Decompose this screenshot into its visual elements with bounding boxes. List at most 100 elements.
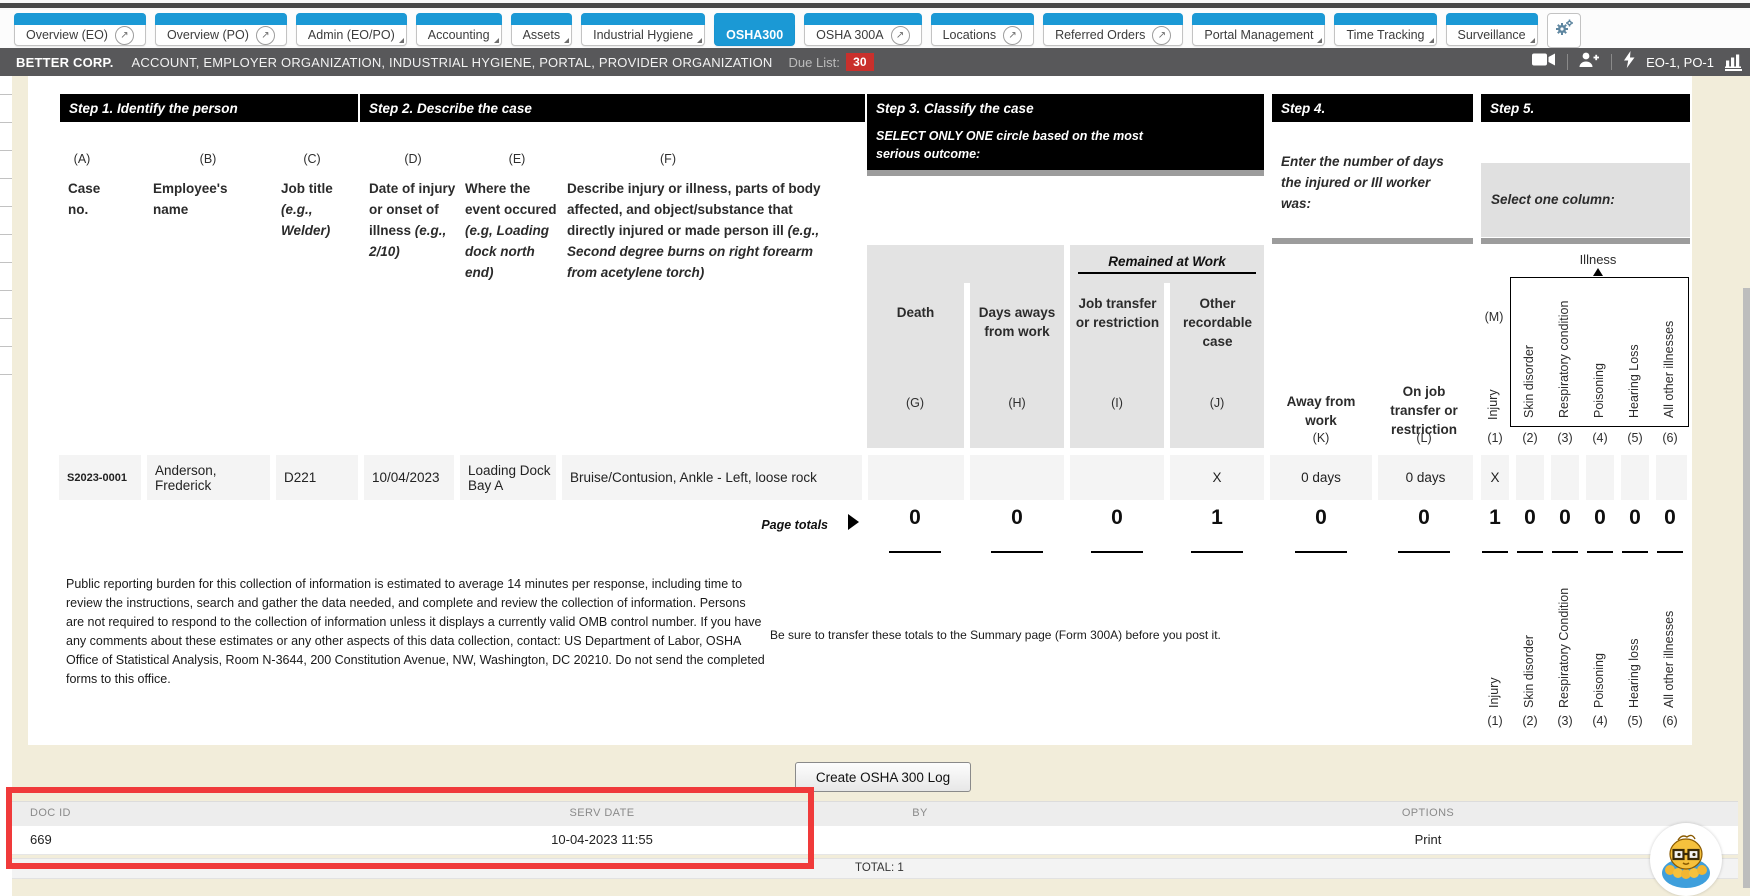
tab-label: Accounting: [428, 26, 490, 45]
tab-label: Portal Management: [1204, 26, 1313, 45]
tab-bar: Overview (EO) ↗ Overview (PO) ↗ Admin (E…: [0, 10, 1750, 48]
divider: [1611, 54, 1612, 70]
tab-fold-icon: [1429, 38, 1434, 43]
tab-osha-300a[interactable]: OSHA 300A ↗: [804, 13, 921, 46]
tab-label: Surveillance: [1458, 26, 1526, 45]
tab-overview-eo[interactable]: Overview (EO) ↗: [14, 13, 146, 46]
column-title-case-no: Case no.: [68, 178, 116, 220]
tab-osha300[interactable]: OSHA300: [714, 13, 795, 46]
illness-caption: Illness: [1580, 252, 1617, 267]
cell-away-days: 0 days: [1270, 455, 1372, 500]
add-user-icon[interactable]: [1579, 52, 1600, 72]
divider: [1191, 551, 1243, 553]
column-letter-3: (3): [1557, 431, 1572, 445]
bar-chart-icon[interactable]: [1725, 54, 1742, 71]
tab-settings-button[interactable]: [1547, 13, 1581, 48]
due-list-count-badge[interactable]: 30: [846, 53, 874, 71]
divider: [1272, 238, 1473, 244]
tab-label: OSHA 300A: [816, 26, 883, 45]
tab-accounting[interactable]: Accounting: [416, 13, 502, 46]
tab-label: Assets: [523, 26, 561, 45]
due-list-label: Due List:: [789, 55, 840, 70]
column-letter-a: (A): [74, 152, 91, 166]
step3-title: Step 3. Classify the case: [876, 101, 1034, 116]
col-job-transfer-label: Job transfer or restriction: [1070, 294, 1165, 332]
tab-label: Industrial Hygiene: [593, 26, 693, 45]
doc-table-row[interactable]: 669 10-04-2023 11:55 Print: [12, 826, 1738, 855]
tab-time-tracking[interactable]: Time Tracking: [1334, 13, 1436, 46]
tab-fold-icon: [399, 38, 404, 43]
column-letter-c: (C): [303, 152, 320, 166]
cell-other-illness: [1656, 455, 1687, 500]
tab-fold-icon: [1317, 38, 1322, 43]
bottom-letter-6: (6): [1662, 714, 1677, 728]
vertical-scrollbar-thumb[interactable]: [1743, 288, 1750, 888]
tab-label: Overview (EO): [26, 26, 108, 45]
print-link[interactable]: Print: [1368, 832, 1488, 847]
doc-table-total-row: TOTAL: 1: [12, 858, 1738, 879]
cell-employee: Anderson, Frederick: [147, 455, 270, 500]
doc-id-header[interactable]: DOC ID: [30, 807, 71, 819]
tab-referred-orders[interactable]: Referred Orders ↗: [1043, 13, 1183, 46]
divider: [1657, 551, 1683, 553]
vlabel-bottom-injury: Injury: [1487, 558, 1503, 708]
doc-table-total: TOTAL: 1: [855, 862, 904, 874]
options-header[interactable]: OPTIONS: [1368, 807, 1488, 819]
tab-overview-po[interactable]: Overview (PO) ↗: [155, 13, 287, 46]
tab-assets[interactable]: Assets: [511, 13, 573, 46]
column-example: (e.g., Welder): [281, 202, 330, 238]
column-letter-i: (I): [1111, 396, 1123, 410]
assistant-mascot-widget[interactable]: [1650, 823, 1722, 896]
burden-statement: Public reporting burden for this collect…: [66, 575, 766, 689]
step3-subtitle: SELECT ONLY ONE circle based on the most…: [876, 127, 1166, 165]
tab-portal-management[interactable]: Portal Management: [1192, 13, 1325, 46]
octopus-mascot-icon: [1656, 830, 1716, 890]
step3-header: Step 3. Classify the case SELECT ONLY ON…: [867, 94, 1264, 170]
tab-admin-eo-po[interactable]: Admin (EO/PO): [296, 13, 407, 46]
remained-at-work-label: Remained at Work: [1078, 254, 1256, 274]
column-letter-h: (H): [1008, 396, 1025, 410]
tab-locations[interactable]: Locations ↗: [931, 13, 1035, 46]
vlabel-respiratory-condition: Respiratory condition: [1557, 288, 1573, 418]
tab-fold-icon: [564, 38, 569, 43]
illness-arrow-icon: [1593, 268, 1603, 276]
column-letter-f: (F): [660, 152, 676, 166]
org-context-badge[interactable]: EO-1, PO-1: [1646, 55, 1714, 70]
open-in-new-icon[interactable]: ↗: [1152, 26, 1171, 45]
doc-id-value: 669: [30, 832, 52, 847]
tab-industrial-hygiene[interactable]: Industrial Hygiene: [581, 13, 705, 46]
open-in-new-icon[interactable]: ↗: [256, 26, 275, 45]
tab-label: Overview (PO): [167, 26, 249, 45]
page-totals-arrow-icon: [848, 514, 859, 530]
tab-label: Locations: [943, 26, 997, 45]
column-title-job-title: Job title (e.g., Welder): [281, 178, 353, 241]
tab-label: OSHA300: [726, 26, 783, 45]
total-hearing: 0: [1621, 506, 1649, 530]
divider: [1587, 551, 1613, 553]
cell-job-transfer: [1070, 455, 1164, 500]
by-header[interactable]: BY: [870, 807, 970, 819]
total-job-transfer: 0: [1087, 506, 1147, 530]
create-osha-300-log-button[interactable]: Create OSHA 300 Log: [795, 762, 971, 792]
column-example: (e.g, Loading dock north end): [465, 223, 549, 280]
column-letter-6: (6): [1662, 431, 1677, 445]
cell-poisoning: [1586, 455, 1614, 500]
lightning-icon[interactable]: [1623, 51, 1635, 73]
open-in-new-icon[interactable]: ↗: [891, 26, 910, 45]
open-in-new-icon[interactable]: ↗: [1003, 26, 1022, 45]
video-camera-icon[interactable]: [1532, 52, 1556, 72]
step4-instruction: Enter the number of days the injured or …: [1281, 152, 1459, 215]
cell-days-away: [970, 455, 1064, 500]
open-in-new-icon[interactable]: ↗: [115, 26, 134, 45]
vlabel-bottom-all-other-illnesses: All other illnesses: [1662, 558, 1678, 708]
vlabel-bottom-respiratory-condition: Respiratory Condition: [1557, 558, 1573, 708]
total-respiratory: 0: [1551, 506, 1579, 530]
bottom-letter-2: (2): [1522, 714, 1537, 728]
column-title-describe: Describe injury or illness, parts of bod…: [567, 178, 825, 283]
divider: [1567, 54, 1568, 70]
tab-label: Referred Orders: [1055, 26, 1145, 45]
tab-surveillance[interactable]: Surveillance: [1446, 13, 1538, 46]
divider: [1295, 551, 1347, 553]
vlabel-skin-disorder: Skin disorder: [1522, 288, 1538, 418]
serv-date-header[interactable]: SERV DATE: [452, 807, 752, 819]
